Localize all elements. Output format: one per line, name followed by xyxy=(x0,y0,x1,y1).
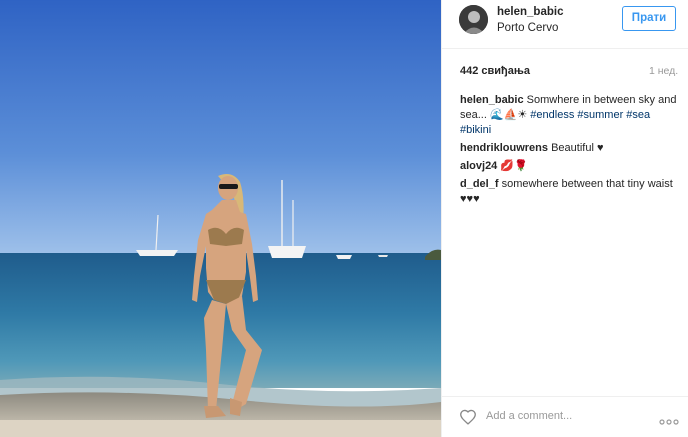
hashtag-link[interactable]: #summer xyxy=(577,109,623,121)
avatar[interactable] xyxy=(459,5,488,34)
post-time[interactable]: 1 нед. xyxy=(649,65,678,77)
comment-input[interactable]: Add a comment... xyxy=(486,410,572,422)
hashtag-link[interactable]: #endless xyxy=(530,109,574,121)
post-footer: Add a comment... xyxy=(442,396,688,437)
follow-button[interactable]: Прати xyxy=(622,6,676,31)
list-item: d_del_f somewhere between that tiny wais… xyxy=(460,177,678,207)
comment-username[interactable]: alovj24 xyxy=(460,160,497,172)
header-username[interactable]: helen_babic xyxy=(497,6,563,18)
list-item: helen_babic Somwhere in between sky and … xyxy=(460,93,678,138)
ellipsis-icon[interactable] xyxy=(659,413,679,425)
likes-count[interactable]: 442 свиђања xyxy=(460,65,530,77)
comment-username[interactable]: d_del_f xyxy=(460,178,499,190)
comment-text: 💋🌹 xyxy=(497,160,528,172)
location-link[interactable]: Porto Cervo xyxy=(497,22,558,34)
comment-text: Beautiful ♥ xyxy=(548,142,604,154)
hashtag-link[interactable]: #bikini xyxy=(460,124,491,136)
hashtag-link[interactable]: #sea xyxy=(626,109,650,121)
list-item: alovj24 💋🌹 xyxy=(460,159,678,174)
comment-username[interactable]: hendriklouwrens xyxy=(460,142,548,154)
post-details-panel: helen_babic Porto Cervo Прати 442 свиђањ… xyxy=(441,0,688,437)
list-item: hendriklouwrens Beautiful ♥ xyxy=(460,141,678,156)
heart-outline-icon[interactable] xyxy=(459,409,477,425)
beach-photo xyxy=(0,0,441,437)
comment-username[interactable]: helen_babic xyxy=(460,94,524,106)
post-header: helen_babic Porto Cervo Прати xyxy=(442,0,688,49)
comments-list: helen_babic Somwhere in between sky and … xyxy=(460,93,678,210)
post-photo[interactable] xyxy=(0,0,441,437)
